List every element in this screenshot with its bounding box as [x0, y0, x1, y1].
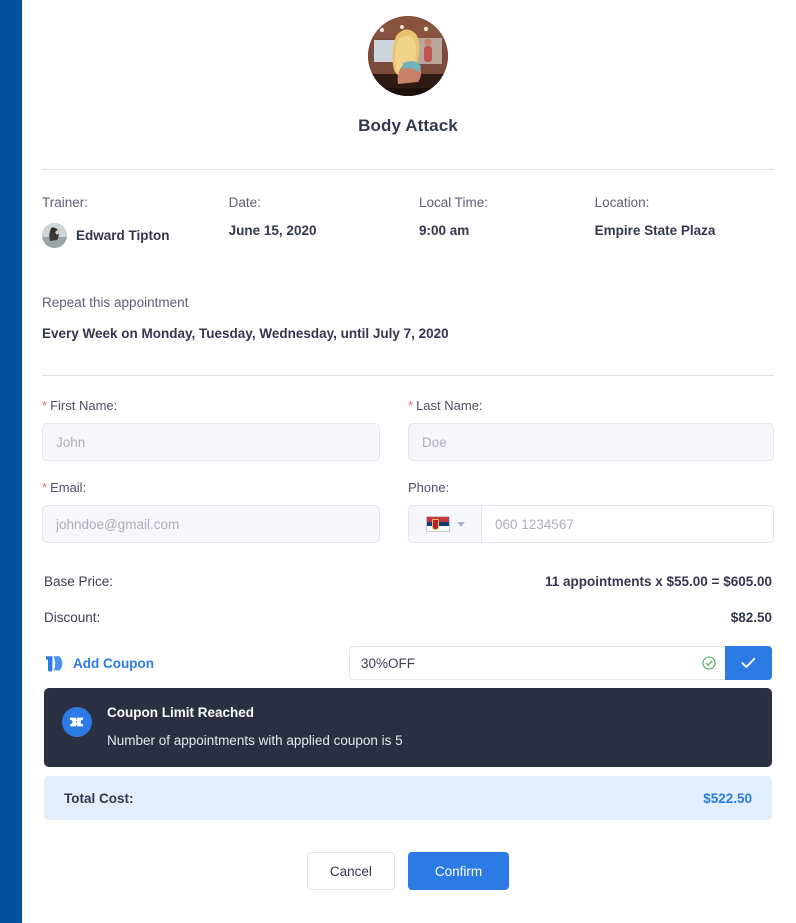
page-title: Body Attack: [358, 116, 458, 135]
modal-header: Body Attack: [42, 0, 774, 170]
trainer-label: Trainer:: [42, 195, 89, 210]
discount-row: Discount: $82.50: [44, 610, 772, 625]
time-label: Local Time:: [418, 195, 488, 210]
discount-label: Discount:: [44, 610, 101, 625]
total-cost-value: $522.50: [703, 790, 752, 806]
phone-label: Phone:: [408, 480, 450, 495]
last-name-field-group: * Last Name:: [408, 398, 774, 461]
repeat-label: Repeat this appointment: [42, 295, 189, 310]
pricing-section: Base Price: 11 appointments x $55.00 = $…: [42, 574, 774, 820]
studio-avatar: [368, 16, 448, 96]
coupon-input[interactable]: [349, 646, 725, 680]
coupon-input-wrap: [349, 646, 725, 680]
email-label: * Email:: [42, 480, 380, 495]
country-select[interactable]: [408, 505, 481, 543]
cancel-button[interactable]: Cancel: [306, 852, 395, 890]
phone-input[interactable]: [481, 505, 774, 543]
ticket-icon: [70, 717, 83, 727]
first-name-field-group: * First Name:: [42, 398, 408, 461]
detail-location: Location: Empire State Plaza: [595, 195, 774, 248]
time-value: 9:00 am: [418, 223, 470, 238]
chevron-down-icon: [456, 521, 465, 527]
required-asterisk: *: [42, 398, 48, 413]
phone-field-group: Phone:: [408, 480, 774, 543]
check-icon: [741, 657, 756, 668]
trainer-name: Edward Tipton: [76, 228, 170, 243]
first-name-label-text: First Name:: [50, 398, 118, 413]
last-name-label-text: Last Name:: [416, 398, 483, 413]
customer-form: *First Name: *Last Name: *Email: Phone:: [42, 398, 774, 562]
left-blue-rail: [0, 0, 22, 923]
location-label: Location:: [594, 195, 650, 210]
total-cost-label: Total Cost:: [64, 790, 134, 806]
phone-input-group: [408, 505, 774, 543]
base-price-value: 11 appointments x $55.00 = $605.00: [544, 574, 772, 589]
last-name-input[interactable]: [408, 423, 774, 461]
add-coupon-button[interactable]: Add Coupon: [44, 653, 349, 674]
base-price-row: Base Price: 11 appointments x $55.00 = $…: [44, 574, 772, 589]
modal-content: Body Attack Trainer: Edward Tipton Date:…: [22, 0, 796, 923]
base-price-label: Base Price:: [44, 574, 114, 589]
detail-trainer: Trainer: Edward Tipton: [42, 195, 229, 248]
alert-title: Coupon Limit Reached: [107, 705, 255, 720]
trainer-value: Edward Tipton: [42, 223, 229, 248]
email-field-group: * Email:: [42, 480, 408, 543]
date-value: June 15, 2020: [228, 223, 317, 238]
repeat-section: Repeat this appointment Every Week on Mo…: [42, 295, 774, 341]
coupon-limit-alert: Coupon Limit Reached Number of appointme…: [44, 688, 772, 767]
confirm-button[interactable]: Confirm: [407, 852, 510, 890]
coupon-icon: [44, 653, 65, 674]
detail-time: Local Time: 9:00 am: [419, 195, 595, 248]
first-name-label: * First Name:: [42, 398, 380, 413]
serbia-flag-icon: [425, 516, 450, 532]
date-label: Date:: [228, 195, 261, 210]
repeat-value: Every Week on Monday, Tuesday, Wednesday…: [42, 326, 449, 341]
email-label-text: Email:: [50, 480, 87, 495]
coupon-field: [349, 646, 772, 680]
alert-message: Number of appointments with applied coup…: [107, 733, 403, 748]
alert-badge: [62, 707, 92, 737]
form-divider: [42, 375, 774, 376]
modal-actions: Cancel Confirm: [42, 852, 774, 890]
required-asterisk: *: [42, 480, 48, 495]
header-divider: [42, 169, 774, 170]
coupon-row: Add Coupon: [44, 646, 772, 680]
detail-date: Date: June 15, 2020: [229, 195, 419, 248]
appointment-details: Trainer: Edward Tipton Date: June 15, 20…: [42, 195, 774, 248]
apply-coupon-button[interactable]: [725, 646, 772, 680]
alert-body: Coupon Limit Reached Number of appointme…: [107, 705, 403, 748]
booking-modal: Body Attack Trainer: Edward Tipton Date:…: [0, 0, 796, 923]
first-name-input[interactable]: [42, 423, 380, 461]
last-name-label: * Last Name:: [408, 398, 774, 413]
discount-value: $82.50: [730, 610, 772, 625]
add-coupon-label: Add Coupon: [73, 655, 154, 671]
required-asterisk: *: [408, 398, 414, 413]
location-value: Empire State Plaza: [594, 223, 716, 238]
total-cost-bar: Total Cost: $522.50: [44, 776, 772, 820]
trainer-avatar: [42, 223, 67, 248]
email-input[interactable]: [42, 505, 380, 543]
